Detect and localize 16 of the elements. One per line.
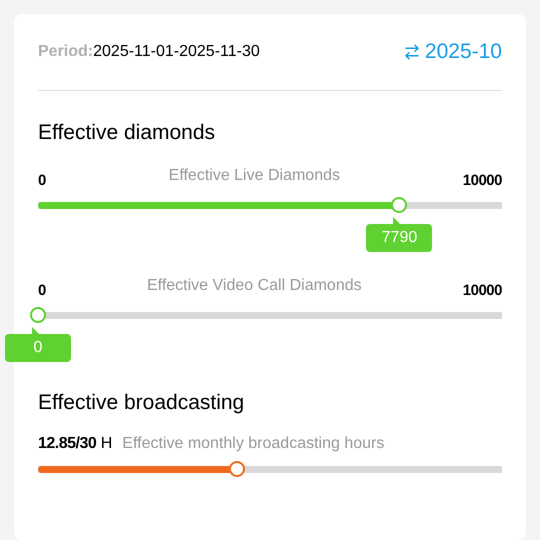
section-title: Effective diamonds	[38, 121, 216, 145]
swap-arrows-icon	[402, 43, 421, 61]
slider-label: Effective Live Diamonds	[168, 167, 341, 185]
slider-label: Effective Video Call Diamonds	[146, 277, 363, 295]
value-tooltip: 0	[5, 327, 71, 362]
hours-reading: 12.85/30 H	[38, 435, 112, 453]
month-label[interactable]: 2025-10	[424, 40, 502, 64]
max-value: 10000	[462, 282, 502, 299]
value-tooltip: 7790	[366, 217, 432, 252]
switch-month-link[interactable]: 2025-10	[402, 40, 502, 64]
period-text: Period:2025-11-01-2025-11-30	[38, 43, 260, 61]
progress-label: Effective monthly broadcasting hours	[122, 435, 384, 453]
section-title: Effective broadcasting	[38, 391, 246, 415]
min-value: 0	[38, 282, 46, 299]
max-value: 10000	[462, 172, 502, 189]
min-value: 0	[38, 172, 46, 189]
